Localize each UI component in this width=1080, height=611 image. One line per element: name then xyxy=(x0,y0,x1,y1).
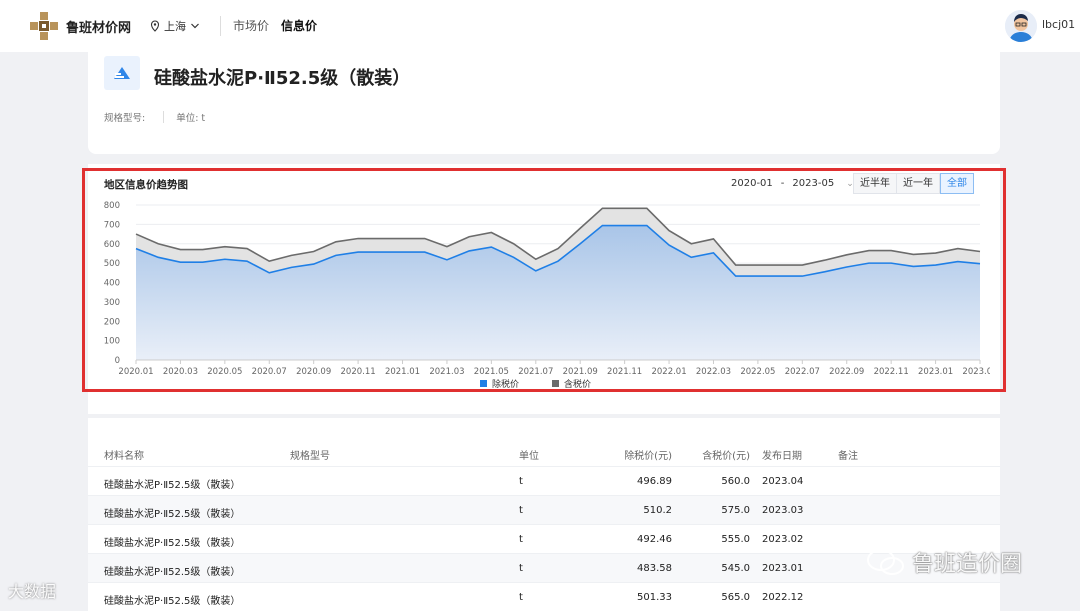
watermark-right: 鲁班造价圈 xyxy=(866,546,1022,578)
cell-price-ex-tax: 496.89 xyxy=(637,476,672,487)
cell-unit: t xyxy=(519,534,523,545)
product-card: 硅酸盐水泥P·Ⅱ52.5级（散装） 规格型号: 单位: t xyxy=(88,52,1000,154)
table-row[interactable]: 硅酸盐水泥P·Ⅱ52.5级（散装） t 510.2 575.0 2023.03 xyxy=(88,495,1000,524)
cell-price-inc-tax: 565.0 xyxy=(721,592,750,603)
header-unit: 单位 xyxy=(519,451,539,462)
city-label: 上海 xyxy=(164,20,186,33)
table-header: 材料名称 规格型号 单位 除税价(元) 含税价(元) 发布日期 备注 xyxy=(88,438,1000,466)
header-price-inc-tax: 含税价(元) xyxy=(702,451,750,462)
product-meta: 规格型号: 单位: t xyxy=(104,110,205,124)
cell-price-ex-tax: 510.2 xyxy=(643,505,672,516)
cell-unit: t xyxy=(519,476,523,487)
header-note: 备注 xyxy=(838,451,858,462)
cell-unit: t xyxy=(519,563,523,574)
table-row[interactable]: 硅酸盐水泥P·Ⅱ52.5级（散装） t 496.89 560.0 2023.04 xyxy=(88,466,1000,495)
location-pin-icon xyxy=(150,20,160,32)
highlight-box xyxy=(82,168,1006,392)
cell-price-inc-tax: 575.0 xyxy=(721,505,750,516)
wechat-icon xyxy=(867,549,904,575)
logo-icon[interactable] xyxy=(30,12,58,40)
header-publish-date: 发布日期 xyxy=(762,451,802,462)
header-material-name: 材料名称 xyxy=(104,451,144,462)
cell-material-name: 硅酸盐水泥P·Ⅱ52.5级（散装） xyxy=(104,567,241,578)
watermark-right-text: 鲁班造价圈 xyxy=(912,552,1023,577)
cell-publish-date: 2023.03 xyxy=(762,505,804,516)
meta-divider xyxy=(163,111,165,123)
cell-unit: t xyxy=(519,592,523,603)
avatar[interactable] xyxy=(1005,10,1037,42)
cell-material-name: 硅酸盐水泥P·Ⅱ52.5级（散装） xyxy=(104,509,241,520)
cell-unit: t xyxy=(519,505,523,516)
cell-price-inc-tax: 545.0 xyxy=(721,563,750,574)
cell-publish-date: 2023.01 xyxy=(762,563,804,574)
table-row[interactable]: 硅酸盐水泥P·Ⅱ52.5级（散装） t 483.58 545.0 2023.01 xyxy=(88,553,1000,582)
brand-name[interactable]: 鲁班材价网 xyxy=(66,17,131,36)
cell-publish-date: 2023.04 xyxy=(762,476,804,487)
product-title: 硅酸盐水泥P·Ⅱ52.5级（散装） xyxy=(154,68,411,89)
watermark-left-text: 大数据 xyxy=(8,582,57,601)
cell-publish-date: 2023.02 xyxy=(762,534,804,545)
cell-price-inc-tax: 560.0 xyxy=(721,476,750,487)
cell-publish-date: 2022.12 xyxy=(762,592,804,603)
unit-label: 单位: t xyxy=(176,113,206,124)
cell-price-ex-tax: 492.46 xyxy=(637,534,672,545)
cell-price-ex-tax: 501.33 xyxy=(637,592,672,603)
table-row[interactable]: 硅酸盐水泥P·Ⅱ52.5级（散装） t 501.33 565.0 2022.12 xyxy=(88,582,1000,611)
header-divider xyxy=(220,16,221,36)
header-price-ex-tax: 除税价(元) xyxy=(624,451,672,462)
top-navbar: 鲁班材价网 上海 市场价 信息价 lbcj01 xyxy=(0,0,1080,52)
username[interactable]: lbcj01 xyxy=(1042,18,1075,31)
cell-price-inc-tax: 555.0 xyxy=(721,534,750,545)
product-category-icon xyxy=(104,56,140,90)
city-selector[interactable]: 上海 xyxy=(150,18,200,34)
user-avatar-icon xyxy=(1005,10,1037,42)
cell-material-name: 硅酸盐水泥P·Ⅱ52.5级（散装） xyxy=(104,480,241,491)
cell-material-name: 硅酸盐水泥P·Ⅱ52.5级（散装） xyxy=(104,596,241,607)
chevron-down-icon xyxy=(191,23,199,29)
main-nav: 市场价 信息价 xyxy=(233,17,317,34)
header-spec: 规格型号 xyxy=(290,451,330,462)
cell-material-name: 硅酸盐水泥P·Ⅱ52.5级（散装） xyxy=(104,538,241,549)
nav-market-price[interactable]: 市场价 xyxy=(233,17,269,34)
cell-price-ex-tax: 483.58 xyxy=(637,563,672,574)
nav-info-price[interactable]: 信息价 xyxy=(281,17,317,34)
table-row[interactable]: 硅酸盐水泥P·Ⅱ52.5级（散装） t 492.46 555.0 2023.02 xyxy=(88,524,1000,553)
spec-label: 规格型号: xyxy=(104,113,146,124)
watermark-left: 大数据 xyxy=(8,578,56,602)
